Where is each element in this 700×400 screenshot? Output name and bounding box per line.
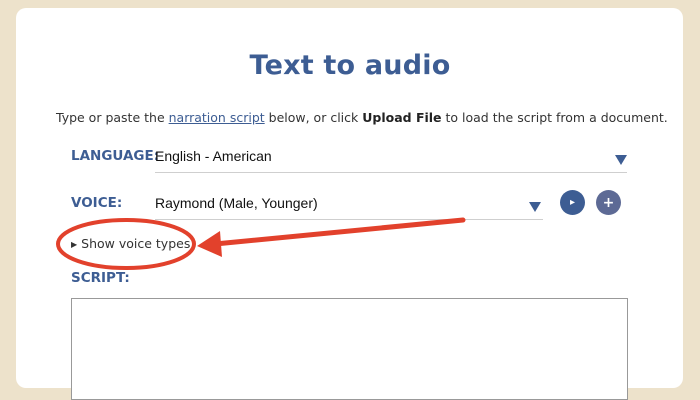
annotation-overlay (56, 217, 466, 270)
annotation-arrowhead-icon (197, 231, 222, 257)
annotation-arrow-shaft (212, 217, 466, 247)
annotation-circle (56, 218, 196, 270)
